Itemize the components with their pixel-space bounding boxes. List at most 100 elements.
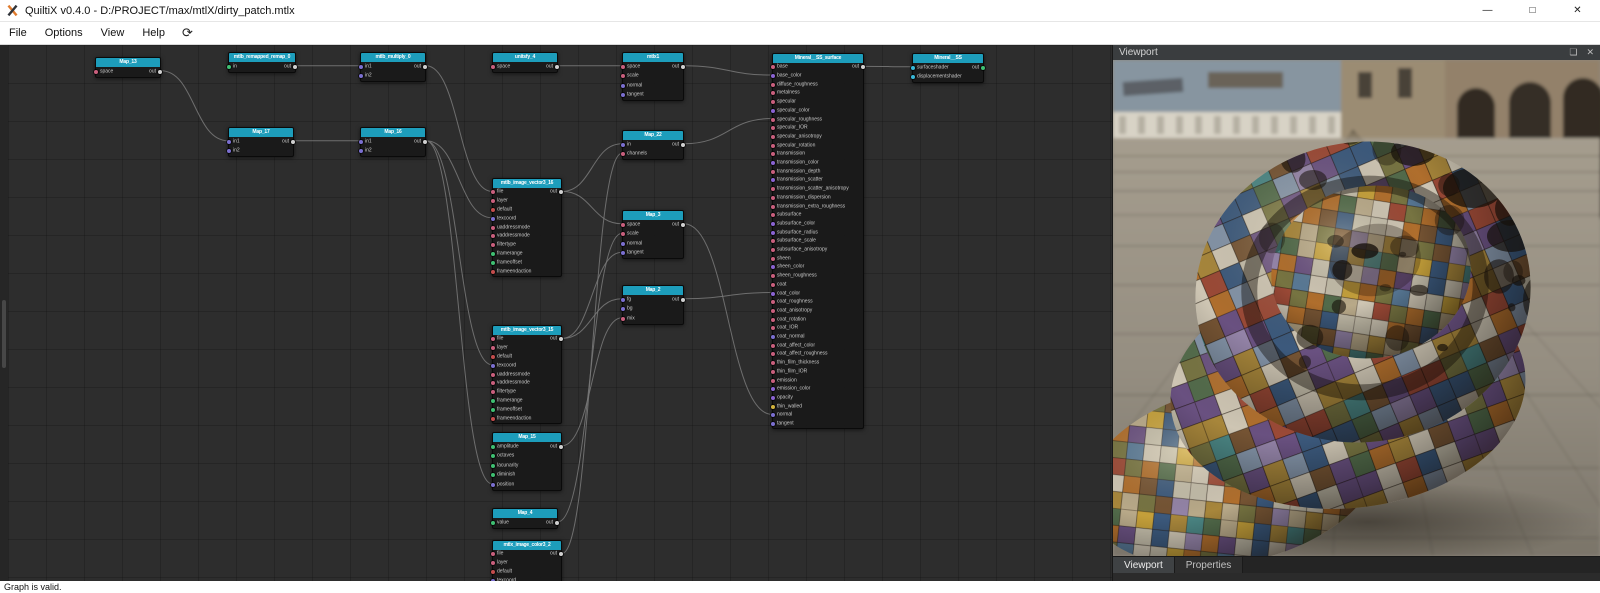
input-port[interactable]	[491, 482, 495, 487]
graph-node[interactable]: Map_13 space out	[94, 57, 162, 78]
input-port[interactable]	[771, 213, 775, 218]
input-port[interactable]	[771, 317, 775, 322]
input-port[interactable]	[771, 352, 775, 357]
input-port[interactable]	[771, 248, 775, 253]
node-graph-canvas[interactable]: Map_13 space out mtlb_remapped_remap_0 in out…	[8, 45, 1112, 581]
input-port[interactable]	[491, 444, 495, 449]
input-port[interactable]	[491, 398, 495, 403]
input-port[interactable]	[771, 100, 775, 105]
input-port[interactable]	[621, 307, 625, 312]
node-title[interactable]: mtlx_image_color3_2	[493, 541, 561, 550]
input-port[interactable]	[491, 390, 495, 395]
input-port[interactable]	[491, 234, 495, 239]
input-port[interactable]	[491, 190, 495, 195]
input-port[interactable]	[771, 335, 775, 340]
node-title[interactable]: Map_22	[623, 131, 683, 140]
viewport-3d-render[interactable]	[1113, 60, 1600, 556]
close-panel-icon[interactable]: ✕	[1586, 47, 1594, 58]
node-title[interactable]: mtlb_multiply_0	[361, 53, 425, 62]
graph-node[interactable]: Mineral__SS surfaceshader out displacements…	[911, 53, 985, 83]
input-port[interactable]	[491, 520, 495, 525]
input-port[interactable]	[771, 413, 775, 418]
input-port[interactable]	[771, 404, 775, 409]
input-port[interactable]	[911, 75, 915, 80]
input-port[interactable]	[771, 161, 775, 166]
output-port[interactable]	[681, 222, 685, 227]
graph-node[interactable]: Map_3 space out scale normal tangent	[621, 210, 685, 259]
graph-node[interactable]: mtlb_image_vector3_15 file out layer default…	[491, 325, 563, 424]
input-port[interactable]	[491, 199, 495, 204]
output-port[interactable]	[291, 139, 295, 144]
input-port[interactable]	[491, 381, 495, 386]
input-port[interactable]	[491, 269, 495, 274]
output-port[interactable]	[555, 520, 559, 525]
node-title[interactable]: Map_15	[493, 433, 561, 442]
input-port[interactable]	[491, 473, 495, 478]
graph-node[interactable]: mtlb_multiply_0 in1 out in2	[359, 52, 427, 82]
input-port[interactable]	[491, 363, 495, 368]
input-port[interactable]	[771, 291, 775, 296]
input-port[interactable]	[227, 139, 231, 144]
input-port[interactable]	[621, 152, 625, 157]
node-title[interactable]: unitsfy_4	[493, 53, 557, 62]
input-port[interactable]	[621, 83, 625, 88]
input-port[interactable]	[491, 552, 495, 557]
input-port[interactable]	[771, 300, 775, 305]
input-port[interactable]	[491, 337, 495, 342]
tab-properties[interactable]: Properties	[1174, 557, 1244, 573]
tab-viewport[interactable]: Viewport	[1113, 557, 1175, 573]
maximize-button[interactable]: □	[1510, 0, 1555, 21]
input-port[interactable]	[771, 230, 775, 235]
graph-node[interactable]: Map_17 in1 out in2	[227, 127, 295, 157]
input-port[interactable]	[491, 578, 495, 581]
refresh-icon[interactable]: ⟳	[182, 25, 193, 41]
input-port[interactable]	[491, 225, 495, 230]
graph-node[interactable]: Map_16 in1 out in2	[359, 127, 427, 157]
minimize-button[interactable]: —	[1465, 0, 1510, 21]
menu-item-help[interactable]: Help	[133, 22, 174, 44]
input-port[interactable]	[491, 243, 495, 248]
input-port[interactable]	[771, 387, 775, 392]
graph-node[interactable]: mtlb_remapped_remap_0 in out	[227, 52, 297, 73]
input-port[interactable]	[771, 169, 775, 174]
input-port[interactable]	[359, 149, 363, 154]
input-port[interactable]	[771, 143, 775, 148]
input-port[interactable]	[771, 343, 775, 348]
input-port[interactable]	[771, 117, 775, 122]
output-port[interactable]	[681, 142, 685, 147]
input-port[interactable]	[359, 139, 363, 144]
input-port[interactable]	[771, 326, 775, 331]
graph-node[interactable]: mtlx_image_color3_2 file out layer default te…	[491, 540, 563, 581]
input-port[interactable]	[771, 221, 775, 226]
input-port[interactable]	[491, 407, 495, 412]
input-port[interactable]	[491, 372, 495, 377]
menu-item-view[interactable]: View	[92, 22, 134, 44]
input-port[interactable]	[491, 569, 495, 574]
input-port[interactable]	[227, 64, 231, 69]
input-port[interactable]	[491, 416, 495, 421]
input-port[interactable]	[491, 251, 495, 256]
menu-item-file[interactable]: File	[0, 22, 36, 44]
input-port[interactable]	[621, 316, 625, 321]
graph-node[interactable]: Mineral__SS_surface base out base_color diff…	[771, 53, 865, 430]
input-port[interactable]	[911, 65, 915, 70]
input-port[interactable]	[227, 149, 231, 154]
graph-node[interactable]: Map_4 value out	[491, 508, 559, 529]
output-port[interactable]	[423, 139, 427, 144]
input-port[interactable]	[621, 241, 625, 246]
node-title[interactable]: Map_4	[493, 509, 557, 518]
node-title[interactable]: mtlx1	[623, 53, 683, 62]
input-port[interactable]	[359, 64, 363, 69]
node-title[interactable]: mtlb_remapped_remap_0	[229, 53, 295, 62]
graph-node[interactable]: mtlx1 space out scale normal tangent	[621, 52, 685, 101]
output-port[interactable]	[158, 69, 162, 74]
scrollbar-thumb[interactable]	[2, 300, 6, 368]
input-port[interactable]	[491, 207, 495, 212]
graph-node[interactable]: Map_2 fg out bg mix	[621, 285, 685, 325]
input-port[interactable]	[771, 74, 775, 79]
node-title[interactable]: Map_13	[96, 58, 160, 67]
input-port[interactable]	[771, 378, 775, 383]
input-port[interactable]	[771, 308, 775, 313]
input-port[interactable]	[771, 282, 775, 287]
input-port[interactable]	[621, 93, 625, 98]
